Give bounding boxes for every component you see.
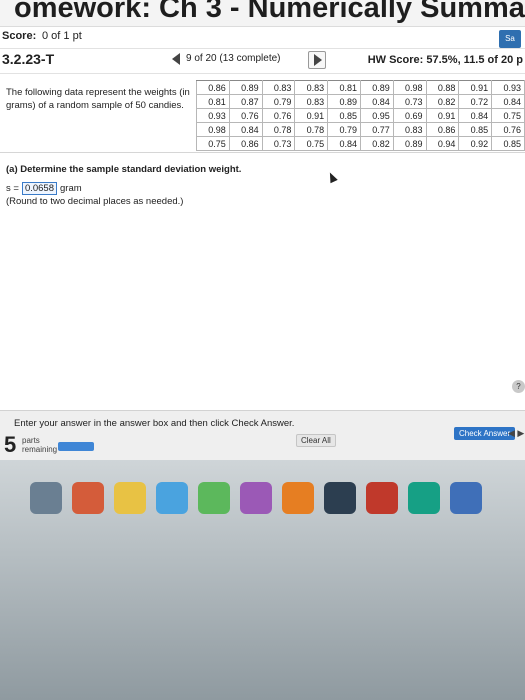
dock-app-icon[interactable] (366, 482, 398, 514)
table-cell: 0.93 (491, 80, 525, 95)
table-cell: 0.83 (294, 94, 329, 109)
table-row: 0.81 0.87 0.79 0.83 0.89 0.84 0.73 0.82 0.72 0.84 (196, 94, 525, 109)
table-cell: 0.98 (196, 122, 230, 137)
mouse-cursor-icon (326, 170, 338, 184)
answer-input[interactable]: 0.0658 (21, 182, 57, 195)
table-cell: 0.83 (294, 80, 329, 95)
clear-all-button[interactable]: Clear All (296, 434, 336, 447)
table-cell: 0.81 (327, 80, 361, 95)
table-cell: 0.89 (327, 94, 361, 109)
question-text: The following data represent the weights… (6, 87, 190, 111)
table-cell: 0.79 (327, 122, 361, 137)
table-cell: 0.84 (359, 94, 394, 109)
table-cell: 0.85 (458, 122, 493, 137)
dock-app-icon[interactable] (72, 482, 104, 514)
page-title: omework: Ch 3 - Numerically Summarizing … (14, 0, 525, 24)
answer-unit: gram (60, 183, 82, 194)
parts-label-line2: remaining (22, 445, 58, 454)
table-cell: 0.81 (196, 94, 230, 109)
table-cell: 0.76 (261, 108, 296, 123)
table-cell: 0.78 (294, 122, 329, 137)
table-cell: 0.95 (359, 108, 394, 123)
score-label: Score: (2, 30, 37, 42)
table-cell: 0.86 (425, 122, 460, 137)
table-cell: 0.84 (491, 94, 525, 109)
table-cell: 0.87 (228, 94, 263, 109)
question-nav-arrows-icon[interactable]: ◀ ▶ (508, 428, 524, 439)
instruction-text: Enter your answer in the answer box and … (14, 418, 295, 429)
table-cell: 0.92 (458, 136, 493, 151)
table-cell: 0.86 (228, 136, 263, 151)
table-cell: 0.93 (196, 108, 230, 123)
table-cell: 0.88 (425, 80, 460, 95)
chevron-right-icon (314, 54, 322, 66)
parts-label-line1: parts (22, 436, 40, 445)
dock-app-icon[interactable] (450, 482, 482, 514)
table-cell: 0.91 (294, 108, 329, 123)
part-a-question: (a) Determine the sample standard deviat… (6, 164, 242, 175)
table-cell: 0.75 (196, 136, 230, 151)
dock-app-icon[interactable] (30, 482, 62, 514)
dock-app-icon[interactable] (282, 482, 314, 514)
table-cell: 0.82 (359, 136, 394, 151)
table-cell: 0.72 (458, 94, 493, 109)
dock-app-icon[interactable] (156, 482, 188, 514)
parts-remaining-count: 5 (4, 432, 17, 457)
score-row: Score: 0 of 1 pt (0, 28, 525, 46)
table-cell: 0.84 (458, 108, 493, 123)
table-row: 0.98 0.84 0.78 0.78 0.79 0.77 0.83 0.86 0.85 0.76 (196, 122, 525, 137)
dock-app-icon[interactable] (198, 482, 230, 514)
table-cell: 0.89 (359, 80, 394, 95)
table-cell: 0.86 (196, 80, 230, 95)
progress-bar (58, 442, 94, 451)
table-cell: 0.83 (392, 122, 427, 137)
parts-remaining-label: parts remaining (22, 436, 57, 454)
answer-row: s = 0.0658 gram (6, 182, 82, 195)
help-button[interactable]: ? (512, 380, 525, 393)
dock-app-icon[interactable] (324, 482, 356, 514)
table-cell: 0.85 (491, 136, 525, 151)
table-cell: 0.91 (425, 108, 460, 123)
divider (0, 152, 525, 153)
table-cell: 0.77 (359, 122, 394, 137)
answer-prefix: s = (6, 183, 19, 194)
table-cell: 0.84 (228, 122, 263, 137)
problem-id: 3.2.23-T (2, 51, 55, 67)
dock-app-icon[interactable] (408, 482, 440, 514)
table-cell: 0.75 (294, 136, 329, 151)
table-row: 0.86 0.89 0.83 0.83 0.81 0.89 0.98 0.88 0.91 0.93 (196, 80, 525, 95)
hw-score: HW Score: 57.5%, 11.5 of 20 p (367, 54, 523, 66)
title-bar: omework: Ch 3 - Numerically Summarizing … (0, 0, 525, 27)
table-cell: 0.76 (491, 122, 525, 137)
data-table: 0.86 0.89 0.83 0.83 0.81 0.89 0.98 0.88 0.91 0.93… (196, 80, 525, 151)
table-cell: 0.85 (327, 108, 361, 123)
score-value: 0 of 1 pt (42, 30, 82, 42)
table-cell: 0.83 (261, 80, 296, 95)
table-row: 0.75 0.86 0.73 0.75 0.84 0.82 0.89 0.94 0.92 0.85 (196, 136, 525, 151)
dock-app-icon[interactable] (114, 482, 146, 514)
table-cell: 0.73 (392, 94, 427, 109)
question-progress[interactable]: 9 of 20 (13 complete) (186, 53, 281, 64)
homework-page: omework: Ch 3 - Numerically Summarizing … (0, 0, 525, 700)
table-cell: 0.79 (261, 94, 296, 109)
dock-app-icon[interactable] (240, 482, 272, 514)
previous-question-icon[interactable] (172, 53, 180, 65)
table-cell: 0.69 (392, 108, 427, 123)
table-cell: 0.89 (392, 136, 427, 151)
table-cell: 0.78 (261, 122, 296, 137)
table-cell: 0.82 (425, 94, 460, 109)
table-cell: 0.98 (392, 80, 427, 95)
table-cell: 0.84 (327, 136, 361, 151)
table-cell: 0.73 (261, 136, 296, 151)
check-answer-button[interactable]: Check Answer (454, 427, 516, 440)
table-cell: 0.75 (491, 108, 525, 123)
next-question-button[interactable] (308, 51, 326, 69)
problem-nav-row: 3.2.23-T 9 of 20 (13 complete) HW Score:… (0, 48, 525, 74)
table-cell: 0.94 (425, 136, 460, 151)
table-cell: 0.76 (228, 108, 263, 123)
table-cell: 0.89 (228, 80, 263, 95)
table-row: 0.93 0.76 0.76 0.91 0.85 0.95 0.69 0.91 0.84 0.75 (196, 108, 525, 123)
table-cell: 0.91 (458, 80, 493, 95)
rounding-note: (Round to two decimal places as needed.) (6, 196, 184, 207)
